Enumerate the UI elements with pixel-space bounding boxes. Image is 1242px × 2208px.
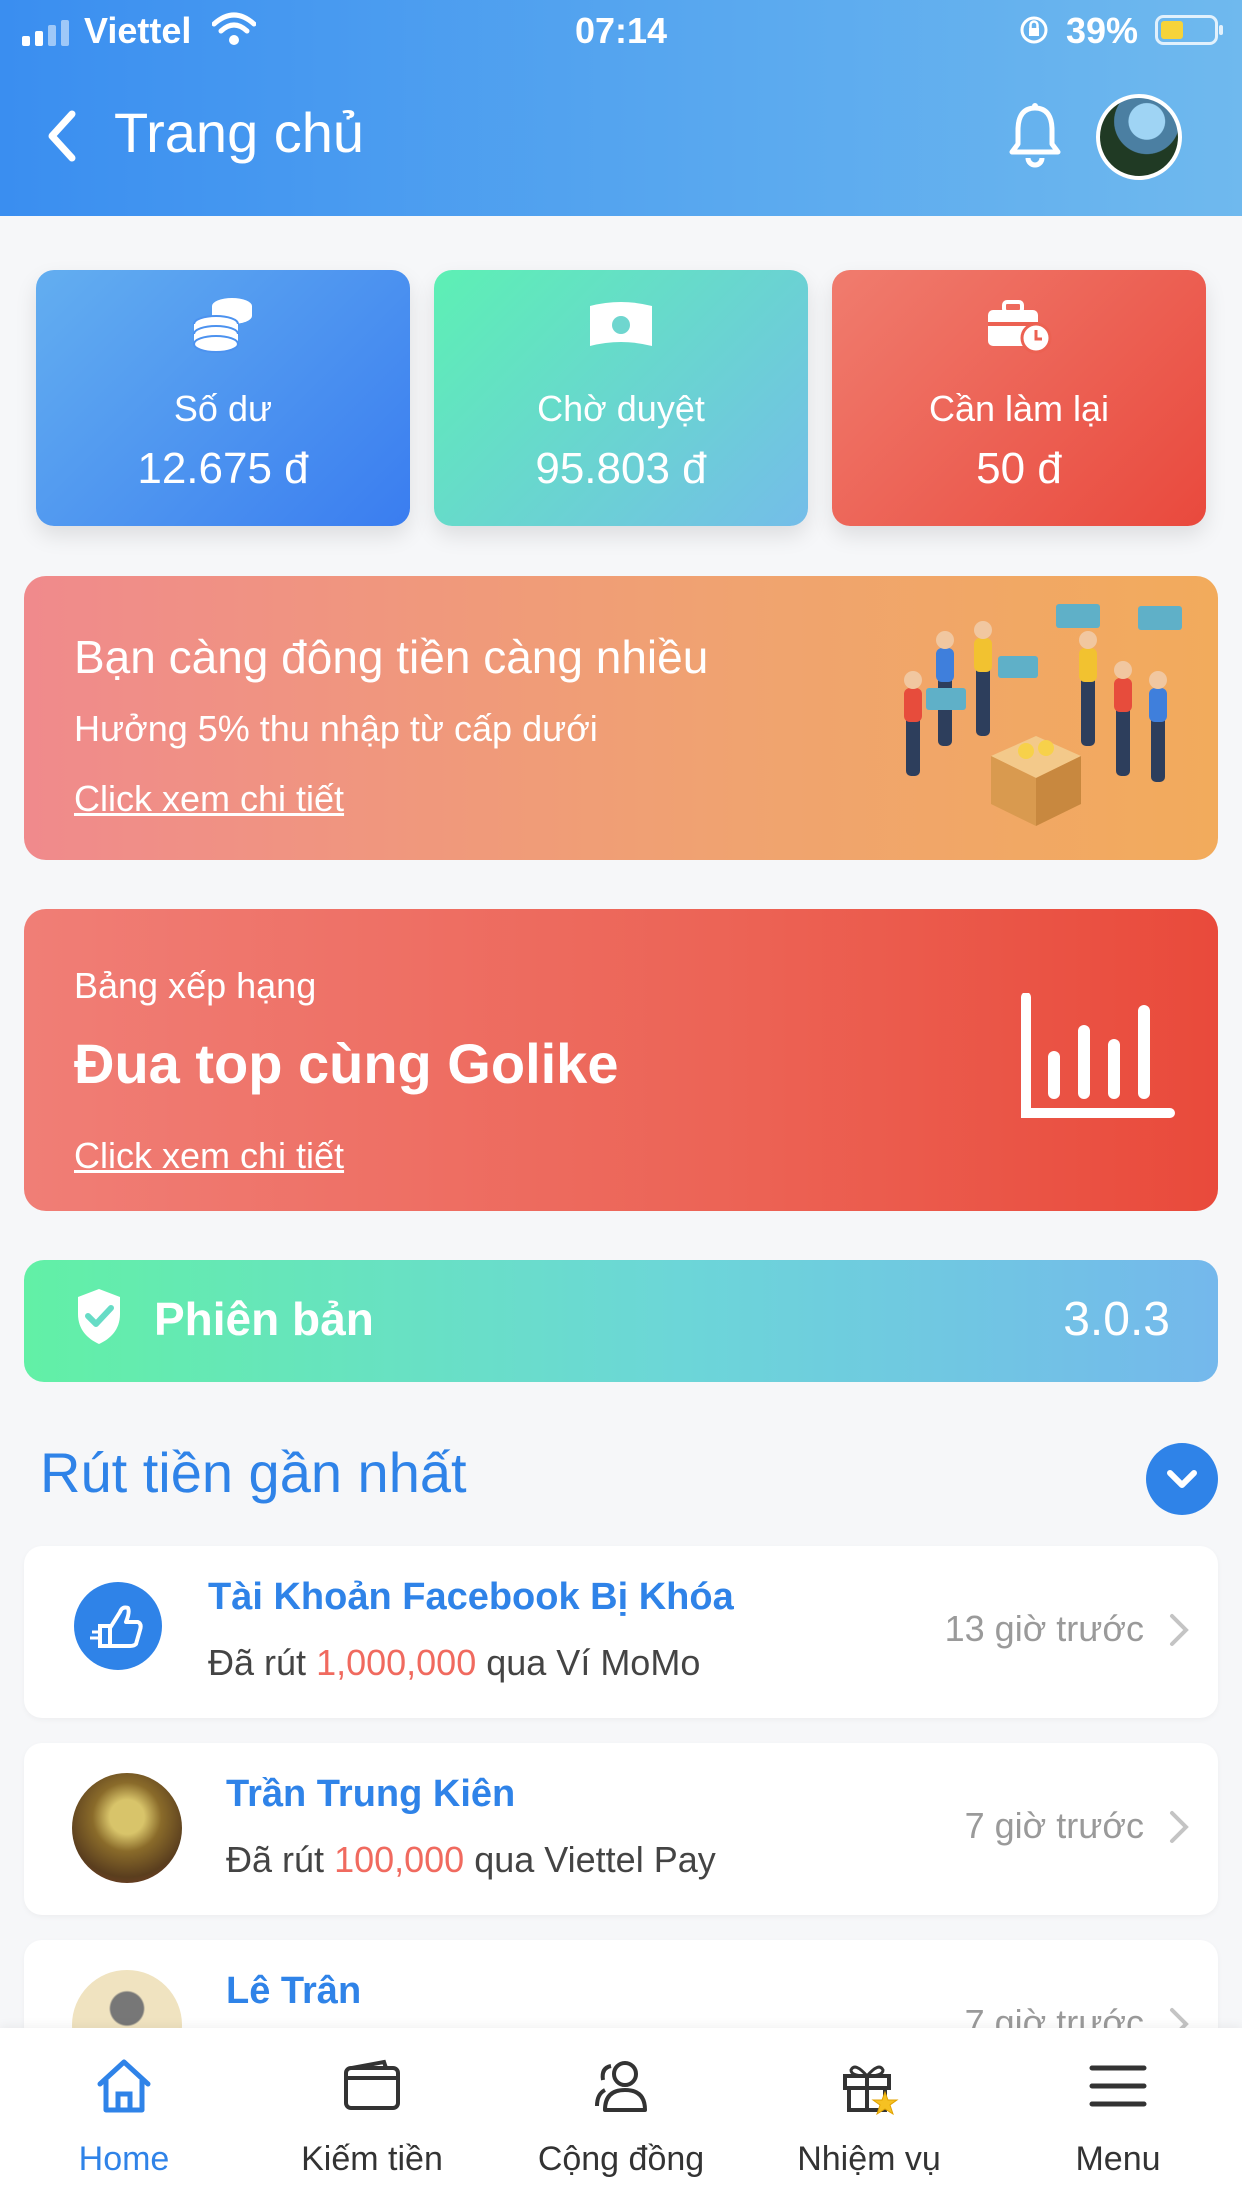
back-chevron-icon[interactable] (44, 108, 78, 164)
withdraw-method: qua Viettel Pay (474, 1839, 716, 1880)
tab-home-label: Home (78, 2140, 170, 2178)
status-bar: Viettel 07:14 39% (0, 0, 1242, 64)
pending-value: 95.803 đ (535, 444, 707, 493)
coins-icon (193, 298, 252, 353)
bell-icon[interactable] (1006, 102, 1064, 168)
withdraw-amount: 1,000,000 (316, 1642, 477, 1683)
withdraw-time: 7 giờ trước (964, 1805, 1144, 1846)
pending-card[interactable]: Chờ duyệt 95.803 đ (434, 270, 808, 526)
list-item[interactable]: Trần Trung Kiên Đã rút 100,000 qua Viett… (24, 1743, 1218, 1915)
tab-missions[interactable]: Nhiệm vụ (745, 2028, 993, 2208)
ranking-title: Đua top cùng Golike (74, 1032, 619, 1095)
thumbs-up-icon (90, 1605, 143, 1648)
pending-label: Chờ duyệt (537, 388, 705, 429)
balance-label: Số dư (173, 388, 273, 429)
withdrawals-title: Rút tiền gần nhất (40, 1441, 467, 1504)
tab-menu[interactable]: Menu (994, 2028, 1242, 2208)
chevron-right-icon (1170, 1811, 1189, 1843)
battery-percent: 39% (1066, 10, 1139, 51)
withdraw-prefix: Đã rút (226, 1839, 325, 1880)
referral-detail-link[interactable]: Click xem chi tiết (74, 778, 344, 820)
tab-earn-label: Kiếm tiền (301, 2140, 443, 2178)
menu-icon (1089, 2065, 1147, 2107)
balance-value: 12.675 đ (137, 444, 309, 493)
withdraw-method: qua Ví MoMo (486, 1642, 701, 1683)
ranking-detail-link[interactable]: Click xem chi tiết (74, 1135, 344, 1177)
bar-chart-icon (1021, 993, 1175, 1118)
rotation-lock-icon (1020, 16, 1048, 44)
avatar (74, 1582, 162, 1670)
withdraw-time: 13 giờ trước (944, 1608, 1144, 1649)
version-bar: Phiên bản 3.0.3 (24, 1260, 1218, 1382)
gift-icon (843, 2065, 899, 2116)
avatar[interactable] (1096, 94, 1182, 180)
tab-home[interactable]: Home (0, 2028, 248, 2208)
tab-earn[interactable]: Kiếm tiền (248, 2028, 496, 2208)
avatar (72, 1773, 182, 1883)
app-header: Viettel 07:14 39% Trang chủ (0, 0, 1242, 216)
chevron-down-icon (1167, 1470, 1197, 1488)
briefcase-clock-icon (988, 300, 1052, 354)
withdraw-desc: Đã rút 100,000 qua Viettel Pay (226, 1839, 716, 1881)
wallet-icon (344, 2059, 400, 2110)
page-title: Trang chủ (114, 101, 365, 164)
banknote-icon (590, 302, 652, 346)
chevron-right-icon (1170, 1614, 1189, 1646)
ranking-banner[interactable]: Bảng xếp hạng Đua top cùng Golike Click … (24, 909, 1218, 1211)
withdraw-name: Lê Trân (226, 1970, 362, 2012)
withdraw-name: Tài Khoản Facebook Bị Khóa (208, 1576, 734, 1618)
withdraw-prefix: Đã rút (208, 1642, 307, 1683)
withdraw-amount: 100,000 (334, 1839, 465, 1880)
tab-missions-label: Nhiệm vụ (797, 2140, 941, 2178)
version-value: 3.0.3 (1063, 1293, 1170, 1346)
tab-menu-label: Menu (1075, 2140, 1161, 2178)
battery-icon (1155, 15, 1223, 45)
tab-community-label: Cộng đồng (537, 2140, 705, 2178)
version-label: Phiên bản (154, 1293, 374, 1345)
withdraw-name: Trần Trung Kiên (226, 1773, 516, 1815)
list-item[interactable]: Tài Khoản Facebook Bị Khóa Đã rút 1,000,… (24, 1546, 1218, 1718)
crowd-illustration-icon (904, 604, 1182, 826)
referral-title: Bạn càng đông tiền càng nhiều (74, 631, 709, 683)
ranking-subtitle: Bảng xếp hạng (74, 965, 317, 1006)
balance-card[interactable]: Số dư 12.675 đ (36, 270, 410, 526)
status-time: 07:14 (574, 10, 668, 51)
tab-community[interactable]: Cộng đồng (497, 2028, 745, 2208)
shield-check-icon (78, 1289, 120, 1344)
expand-button[interactable] (1146, 1443, 1218, 1515)
tab-bar: Home Kiếm tiền Cộng đồng Nhiệm vụ Menu (0, 2028, 1242, 2208)
withdraw-desc: Đã rút 1,000,000 qua Ví MoMo (208, 1642, 700, 1684)
users-icon (595, 2061, 647, 2112)
redo-card[interactable]: Cần làm lại 50 đ (832, 270, 1206, 526)
referral-banner[interactable]: Bạn càng đông tiền càng nhiều Hưởng 5% t… (24, 576, 1218, 860)
redo-label: Cần làm lại (928, 388, 1110, 429)
home-icon (97, 2059, 151, 2113)
redo-value: 50 đ (976, 444, 1062, 493)
referral-subtitle: Hưởng 5% thu nhập từ cấp dưới (74, 708, 598, 749)
